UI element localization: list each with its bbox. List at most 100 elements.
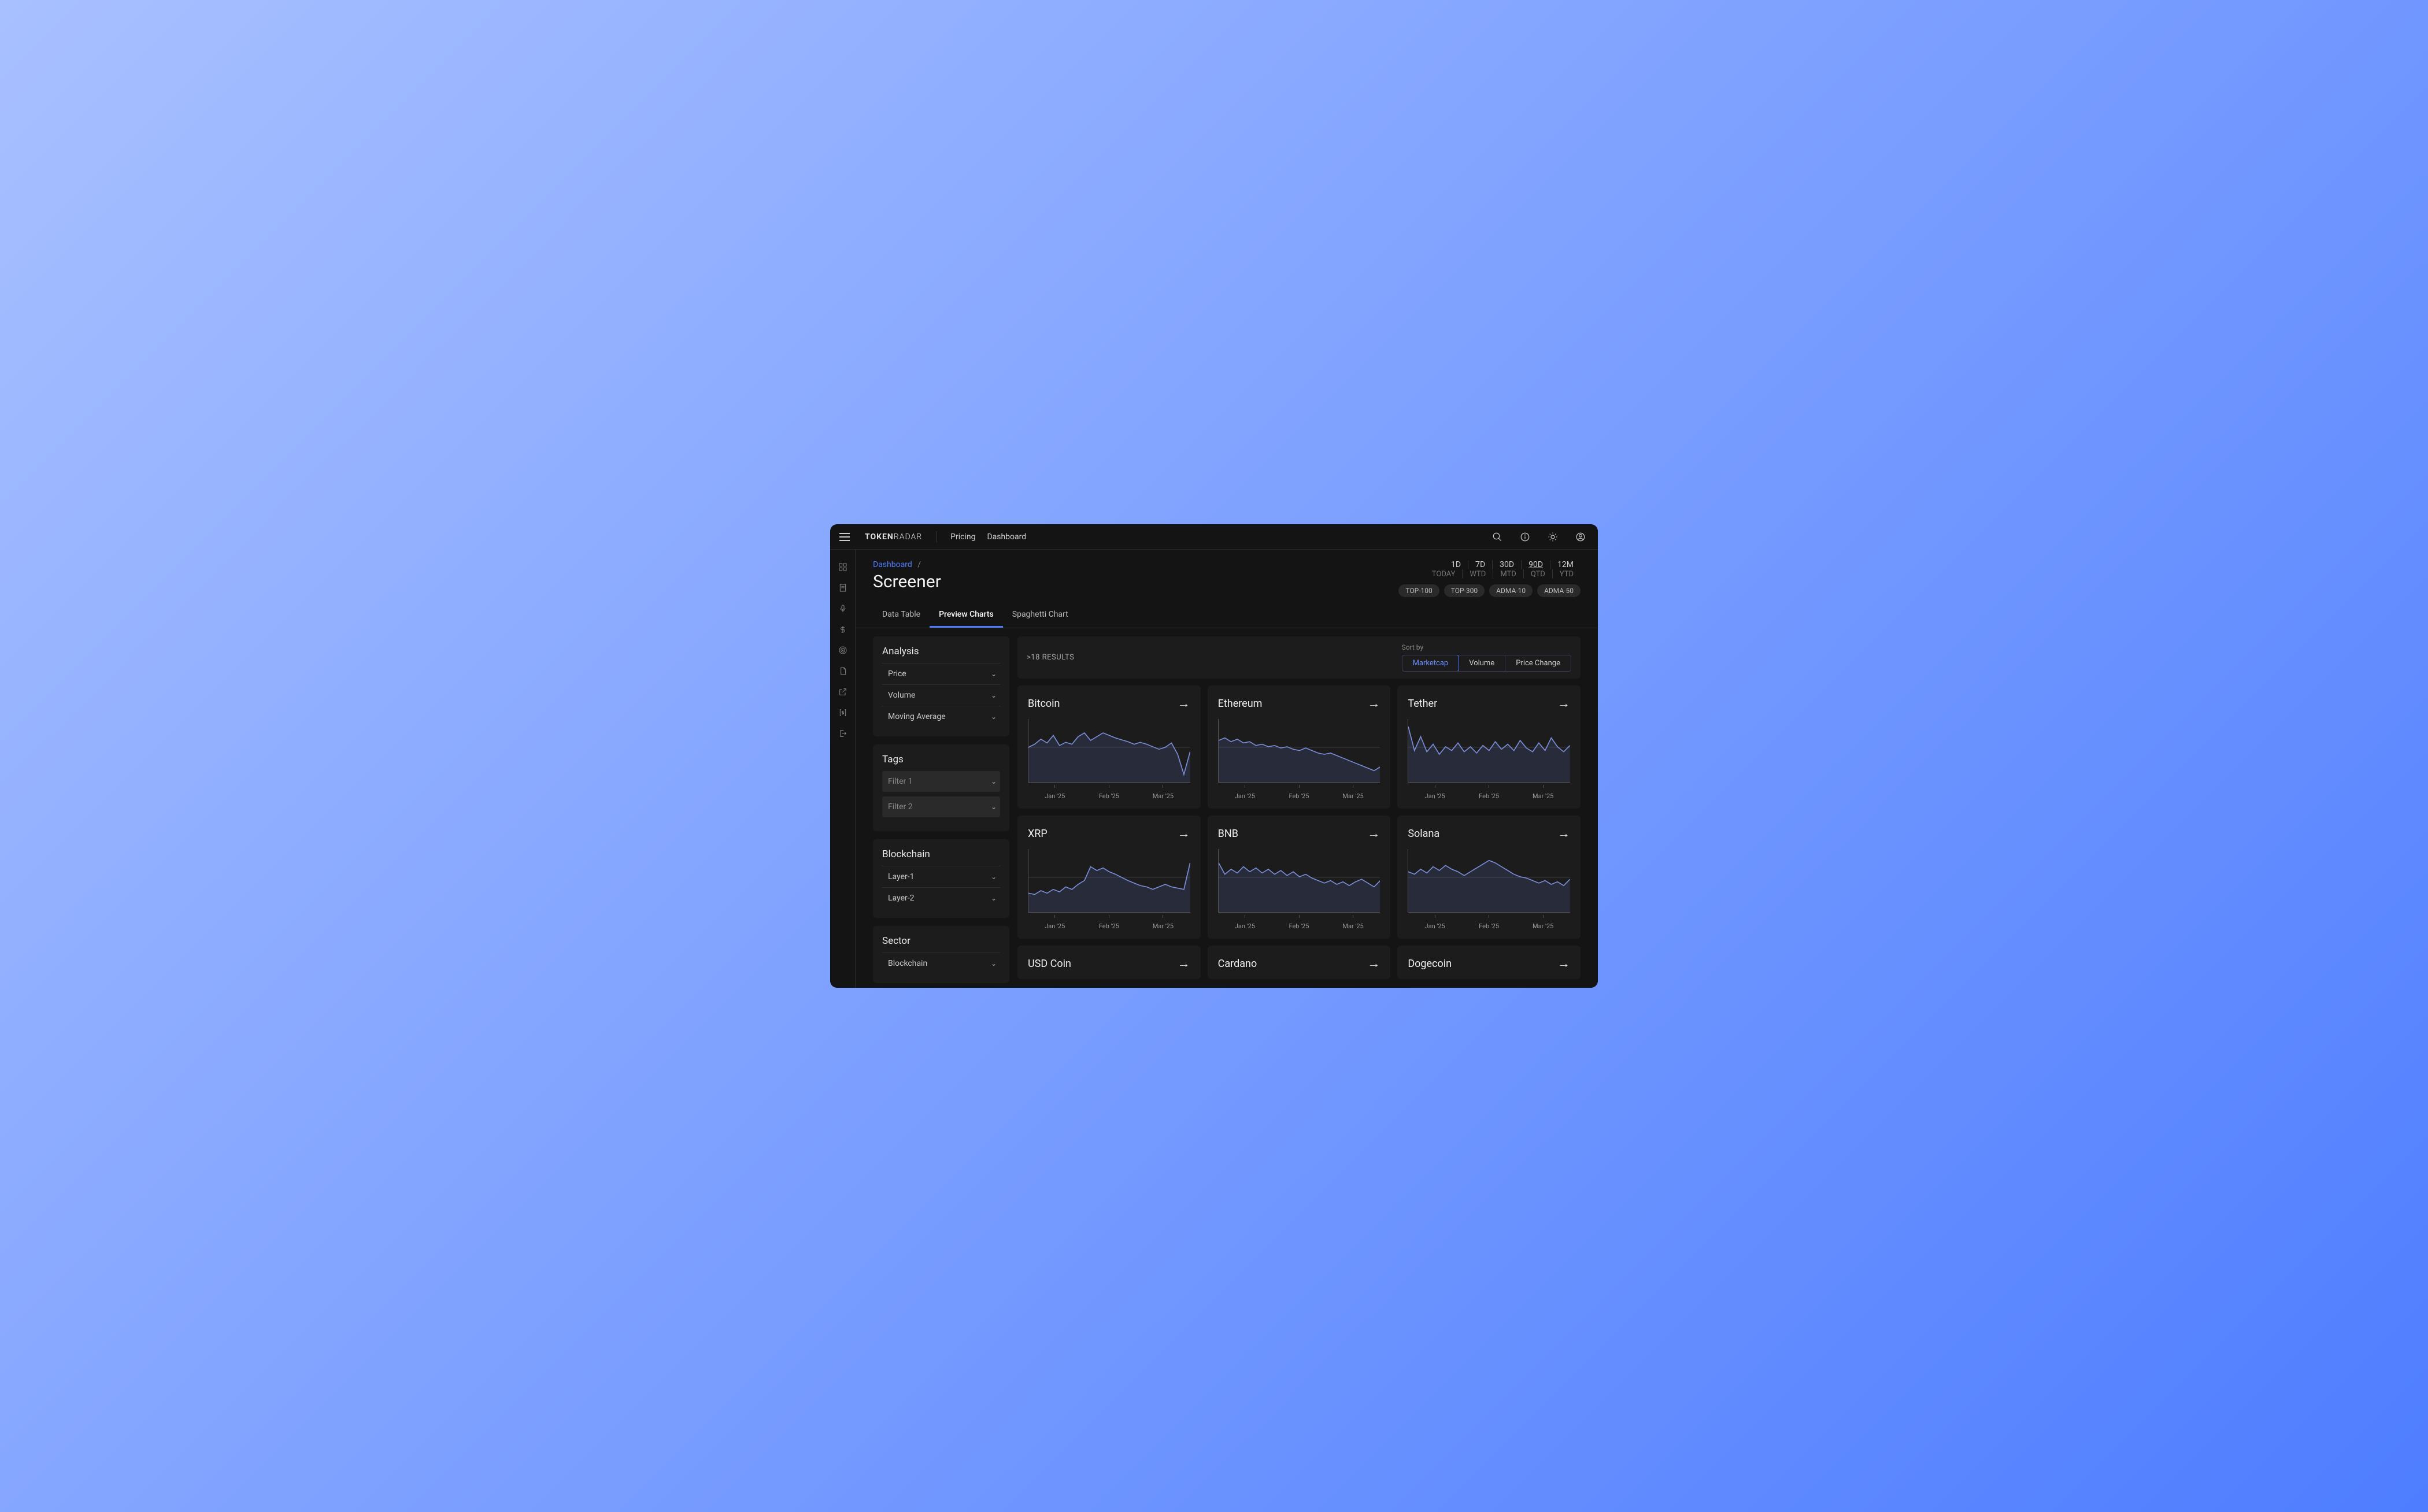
arrow-right-icon[interactable]: → xyxy=(1367,826,1380,841)
tab-data-table[interactable]: Data Table xyxy=(873,604,930,628)
filter-tag-1[interactable]: Filter 1⌄ xyxy=(882,771,1000,792)
sort-volume[interactable]: Volume xyxy=(1459,655,1505,671)
app-logo: TOKENRADAR xyxy=(865,532,922,542)
timeframe-row-bottom: TODAYWTDMTDQTDYTD xyxy=(1398,569,1581,579)
index-chip-row: TOP-100 TOP-300 ADMA-10 ADMA-50 xyxy=(1398,584,1581,597)
card-solana: Solana → Jan '25Feb '25Mar '25 xyxy=(1397,816,1581,939)
topbar: TOKENRADAR Pricing Dashboard xyxy=(830,524,1598,550)
axis-label: Feb '25 xyxy=(1099,922,1119,930)
mic-icon[interactable] xyxy=(837,603,849,614)
filter-tag-2[interactable]: Filter 2⌄ xyxy=(882,796,1000,817)
card-title: USD Coin xyxy=(1028,958,1071,970)
filter-moving-average[interactable]: Moving Average⌄ xyxy=(882,706,1000,727)
arrow-right-icon[interactable]: → xyxy=(1557,826,1570,841)
card-cardano: Cardano → xyxy=(1208,946,1391,979)
results-area: >18 RESULTS Sort by MarketcapVolumePrice… xyxy=(1017,636,1581,980)
info-icon[interactable] xyxy=(1517,529,1533,545)
arrow-right-icon[interactable]: → xyxy=(1178,956,1190,971)
arrow-right-icon[interactable]: → xyxy=(1178,696,1190,711)
mini-chart xyxy=(1408,719,1570,783)
timeframe-30d[interactable]: 30D xyxy=(1493,560,1522,569)
panel-blockchain: Blockchain Layer-1⌄ Layer-2⌄ xyxy=(873,839,1009,918)
card-title: Ethereum xyxy=(1218,698,1263,710)
cards-grid: Bitcoin→ Jan '25Feb '25Mar '25Ethereum→ … xyxy=(1017,685,1581,979)
filter-layer-2[interactable]: Layer-2⌄ xyxy=(882,887,1000,909)
card-title: Solana xyxy=(1408,828,1439,840)
axis-label: Mar '25 xyxy=(1342,922,1363,930)
mini-chart xyxy=(1218,719,1380,783)
chip-adma-10[interactable]: ADMA-10 xyxy=(1489,584,1533,597)
axis-ticks: Jan '25Feb '25Mar '25 xyxy=(1408,913,1570,931)
nav-dashboard[interactable]: Dashboard xyxy=(987,532,1026,542)
breadcrumb-root[interactable]: Dashboard xyxy=(873,560,912,569)
arrow-right-icon[interactable]: → xyxy=(1367,696,1380,711)
tabs: Data Table Preview Charts Spaghetti Char… xyxy=(856,604,1598,628)
logout-icon[interactable] xyxy=(837,728,849,739)
panel-analysis-title: Analysis xyxy=(882,646,1000,657)
dollar-icon[interactable] xyxy=(837,624,849,635)
timeframe-row-top: 1D7D30D90D12M xyxy=(1398,560,1581,569)
timeframe-ytd[interactable]: YTD xyxy=(1553,569,1581,579)
panel-tags-title: Tags xyxy=(882,754,1000,765)
nav-pricing[interactable]: Pricing xyxy=(950,532,975,542)
arrow-right-icon[interactable]: → xyxy=(1557,696,1570,711)
card-title: Cardano xyxy=(1218,958,1257,970)
profile-icon[interactable] xyxy=(1572,529,1589,545)
panel-analysis: Analysis Price⌄ Volume⌄ Moving Average⌄ xyxy=(873,636,1009,736)
axis-label: Feb '25 xyxy=(1479,792,1499,800)
timeframe-mtd[interactable]: MTD xyxy=(1493,569,1523,579)
axis-label: Feb '25 xyxy=(1479,922,1499,930)
tab-preview-charts[interactable]: Preview Charts xyxy=(930,604,1003,628)
sort-marketcap[interactable]: Marketcap xyxy=(1402,655,1460,672)
timeframe-wtd[interactable]: WTD xyxy=(1463,569,1493,579)
card-ethereum: Ethereum→ Jan '25Feb '25Mar '25 xyxy=(1208,685,1391,809)
axis-label: Jan '25 xyxy=(1235,792,1255,800)
filter-price[interactable]: Price⌄ xyxy=(882,663,1000,684)
breadcrumb: Dashboard / xyxy=(873,560,941,569)
sort-label: Sort by xyxy=(1402,643,1424,651)
sort-block: Sort by MarketcapVolumePrice Change xyxy=(1402,643,1571,672)
card-usd-coin: USD Coin → xyxy=(1017,946,1201,979)
dashboard-icon[interactable] xyxy=(837,561,849,573)
chevron-down-icon: ⌄ xyxy=(991,873,997,881)
page-icon[interactable] xyxy=(837,665,849,677)
chip-top-100[interactable]: TOP-100 xyxy=(1398,584,1439,597)
search-icon[interactable] xyxy=(1489,529,1505,545)
axis-label: Feb '25 xyxy=(1099,792,1119,800)
panel-tags: Tags Filter 1⌄ Filter 2⌄ xyxy=(873,744,1009,831)
page-title: Screener xyxy=(873,572,941,592)
target-icon[interactable] xyxy=(837,644,849,656)
axis-label: Mar '25 xyxy=(1342,792,1363,800)
sort-segmented: MarketcapVolumePrice Change xyxy=(1402,655,1571,672)
timeframe-qtd[interactable]: QTD xyxy=(1524,569,1553,579)
arrow-right-icon[interactable]: → xyxy=(1557,956,1570,971)
theme-toggle-icon[interactable] xyxy=(1545,529,1561,545)
arrow-right-icon[interactable]: → xyxy=(1367,956,1380,971)
axis-ticks: Jan '25Feb '25Mar '25 xyxy=(1408,783,1570,801)
sort-price-change[interactable]: Price Change xyxy=(1505,655,1571,671)
hamburger-menu-icon[interactable] xyxy=(839,530,853,544)
mini-chart xyxy=(1028,849,1190,913)
arrow-right-icon[interactable]: → xyxy=(1178,826,1190,841)
timeframe-1d[interactable]: 1D xyxy=(1444,560,1468,569)
filter-layer-1[interactable]: Layer-1⌄ xyxy=(882,866,1000,887)
filter-volume[interactable]: Volume⌄ xyxy=(882,684,1000,706)
card-title: Bitcoin xyxy=(1028,698,1060,710)
card-title: XRP xyxy=(1028,828,1048,840)
document-icon[interactable] xyxy=(837,582,849,594)
chip-adma-50[interactable]: ADMA-50 xyxy=(1537,584,1581,597)
panel-blockchain-title: Blockchain xyxy=(882,848,1000,860)
filter-sector-blockchain[interactable]: Blockchain⌄ xyxy=(882,953,1000,974)
timeframe-7d[interactable]: 7D xyxy=(1468,560,1493,569)
chip-top-300[interactable]: TOP-300 xyxy=(1444,584,1485,597)
tab-spaghetti[interactable]: Spaghetti Chart xyxy=(1003,604,1078,628)
axis-label: Mar '25 xyxy=(1153,922,1174,930)
bracket-dollar-icon[interactable] xyxy=(837,707,849,718)
timeframe-90d[interactable]: 90D xyxy=(1522,560,1550,569)
timeframe-today[interactable]: TODAY xyxy=(1425,569,1463,579)
chevron-down-icon: ⌄ xyxy=(991,959,997,968)
main-content: Dashboard / Screener 1D7D30D90D12M TODAY… xyxy=(856,550,1598,988)
timeframe-12m[interactable]: 12M xyxy=(1550,560,1581,569)
results-count: >18 RESULTS xyxy=(1027,653,1074,662)
external-link-icon[interactable] xyxy=(837,686,849,698)
